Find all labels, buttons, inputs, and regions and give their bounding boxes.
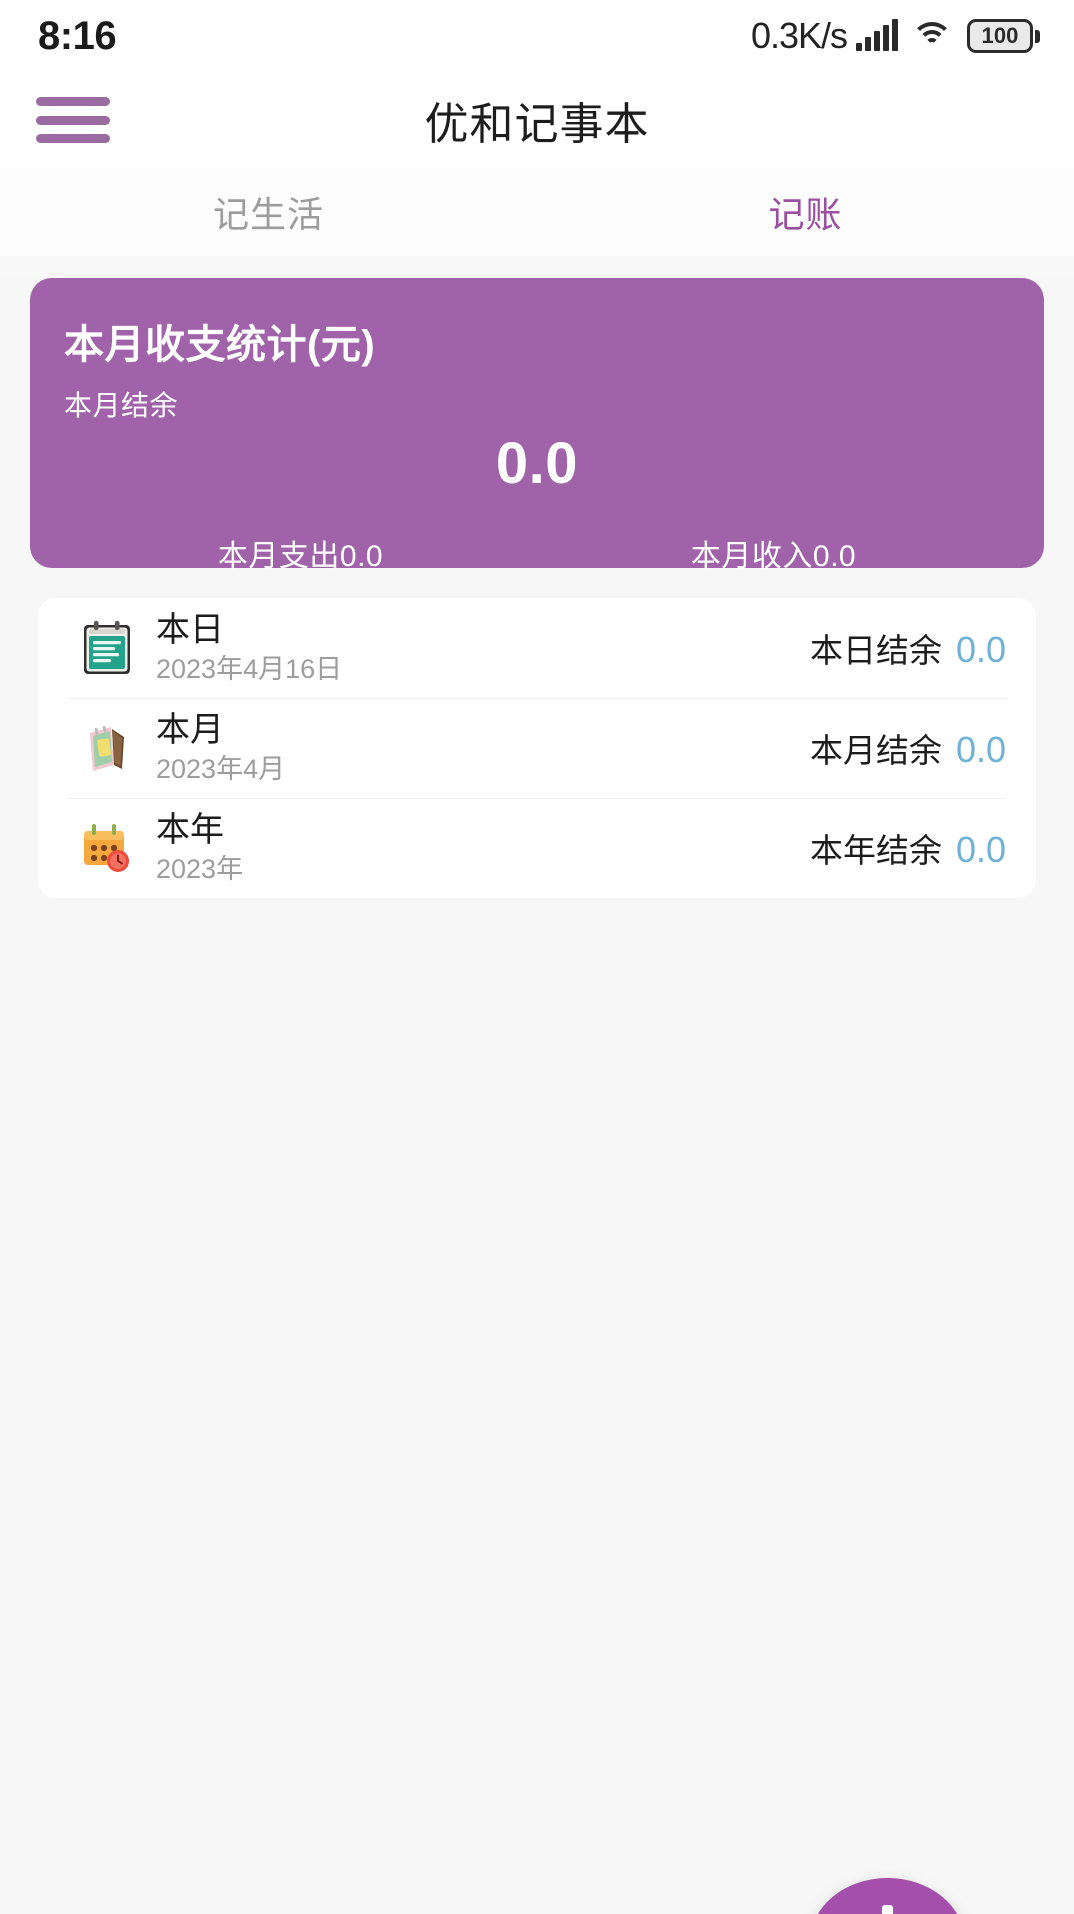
monthly-income-label: 本月收入0.0	[690, 540, 857, 573]
main-content: 本月收支统计(元) 本月结余 0.0 本月支出0.0 本月收入0.0 本日 20…	[0, 278, 1074, 1914]
calendar-clock-icon	[68, 821, 146, 875]
battery-icon: 100	[967, 19, 1040, 53]
add-record-fab[interactable]	[810, 1878, 965, 1914]
network-speed-label: 0.3K/s	[750, 15, 848, 56]
app-screen: 8:16 0.3K/s 100 优和记事本 记生活 记账 本月收支统计(元) 本…	[0, 0, 1074, 1914]
list-item-subtitle: 2023年4月	[156, 754, 286, 785]
hamburger-menu-icon[interactable]	[36, 91, 110, 149]
summary-balance-value: 0.0	[495, 431, 579, 496]
tab-life[interactable]: 记生活	[0, 168, 537, 256]
list-item[interactable]: 本月 2023年4月 本月结余 0.0	[38, 698, 1036, 798]
balance-label: 本年结余	[809, 832, 942, 869]
period-list: 本日 2023年4月16日 本日结余 0.0 本月 2023年4月 本月结余 0…	[38, 598, 1036, 898]
balance-label: 本月结余	[809, 732, 942, 769]
list-item[interactable]: 本日 2023年4月16日 本日结余 0.0	[38, 598, 1036, 698]
list-item-balance: 本月结余 0.0	[810, 724, 1006, 772]
battery-level-label: 100	[981, 23, 1019, 48]
desk-calendar-icon	[68, 719, 146, 777]
status-bar: 8:16 0.3K/s 100	[0, 0, 1074, 72]
app-bar: 优和记事本	[0, 72, 1074, 168]
summary-subtitle: 本月结余	[64, 390, 179, 421]
clipboard-calendar-icon	[68, 619, 146, 677]
monthly-summary-card[interactable]: 本月收支统计(元) 本月结余 0.0 本月支出0.0 本月收入0.0	[30, 278, 1044, 573]
list-item-balance: 本年结余 0.0	[810, 824, 1006, 872]
balance-value: 0.0	[955, 629, 1006, 670]
balance-value: 0.0	[955, 829, 1006, 870]
list-item-text: 本年 2023年	[156, 811, 810, 885]
list-item-balance: 本日结余 0.0	[810, 624, 1006, 672]
plus-icon-vertical	[882, 1905, 893, 1914]
page-title: 优和记事本	[424, 100, 650, 149]
status-indicators: 0.3K/s 100	[751, 15, 1040, 57]
list-item-title: 本年	[156, 810, 224, 849]
summary-footer: 本月支出0.0 本月收入0.0	[64, 531, 1010, 575]
list-item-subtitle: 2023年	[156, 854, 244, 885]
list-item-text: 本日 2023年4月16日	[156, 611, 810, 685]
monthly-expense-label: 本月支出0.0	[217, 540, 384, 573]
tab-accounting[interactable]: 记账	[537, 168, 1074, 256]
list-item-title: 本月	[156, 710, 224, 749]
balance-value: 0.0	[955, 729, 1006, 770]
balance-label: 本日结余	[809, 632, 942, 669]
list-item-text: 本月 2023年4月	[156, 711, 810, 785]
status-time: 8:16	[38, 13, 117, 58]
list-item-subtitle: 2023年4月16日	[156, 654, 343, 685]
summary-title: 本月收支统计(元)	[64, 323, 376, 367]
wifi-icon	[911, 20, 953, 52]
list-item-title: 本日	[156, 610, 224, 649]
signal-bars-icon	[856, 19, 898, 51]
tab-bar: 记生活 记账	[0, 168, 1074, 256]
list-item[interactable]: 本年 2023年 本年结余 0.0	[38, 798, 1036, 898]
